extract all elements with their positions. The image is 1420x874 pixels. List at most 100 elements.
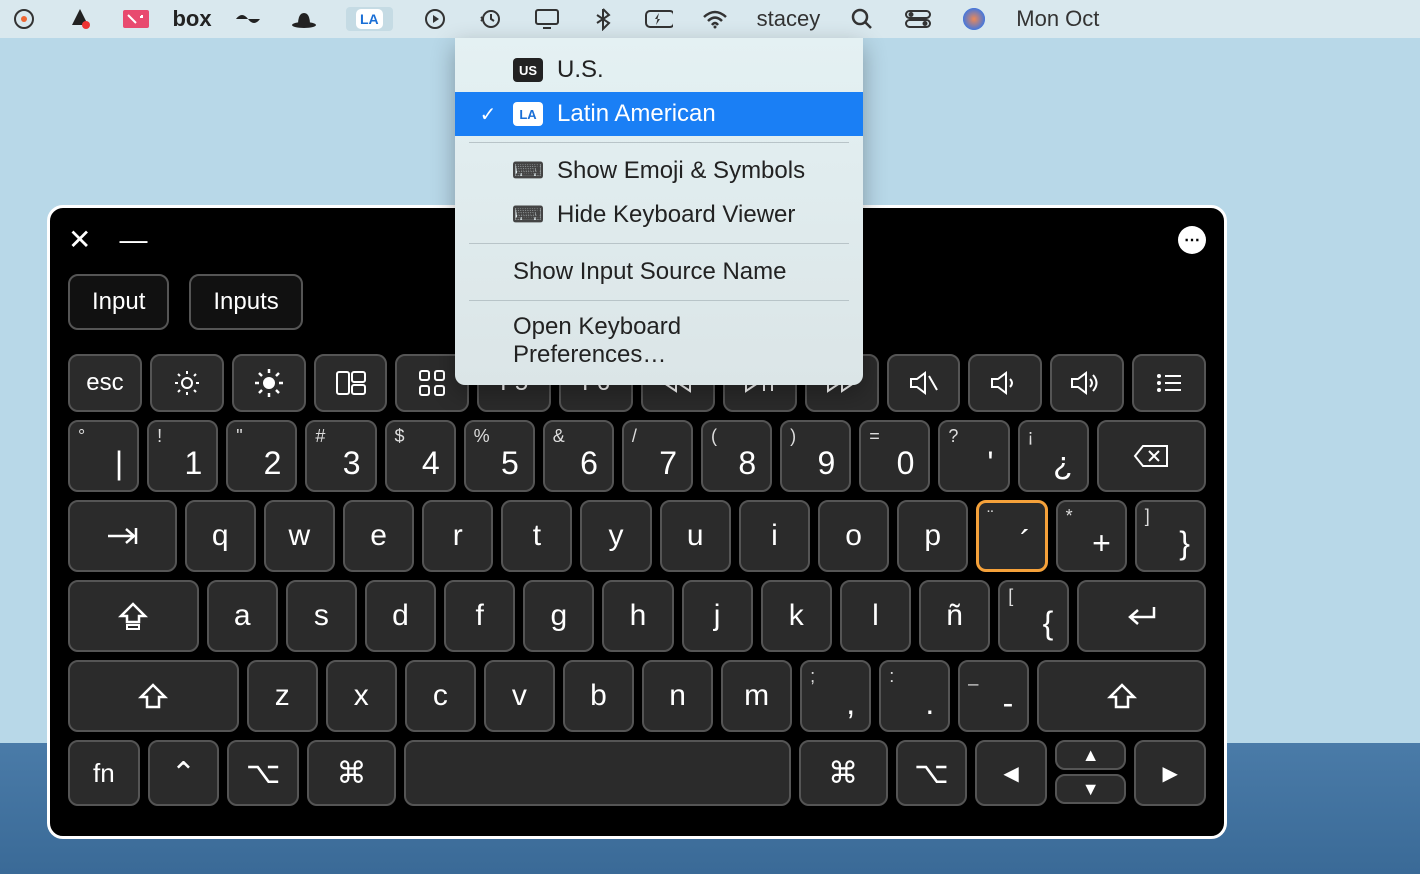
key-brace-close[interactable]: ]} <box>1135 500 1206 572</box>
key-shift-right[interactable] <box>1037 660 1206 732</box>
menubar-app-icon-3[interactable] <box>122 5 150 33</box>
key-period[interactable]: :. <box>879 660 950 732</box>
key-k[interactable]: k <box>761 580 832 652</box>
open-keyboard-preferences[interactable]: Open Keyboard Preferences… <box>455 307 863 375</box>
key-arrow-right[interactable]: ▶ <box>1134 740 1206 806</box>
key-v[interactable]: v <box>484 660 555 732</box>
menubar-battery-icon[interactable] <box>645 5 673 33</box>
key-'[interactable]: ?' <box>938 420 1009 492</box>
key-accent[interactable]: ¨´ <box>976 500 1047 572</box>
input-source-latin-american[interactable]: ✓ LA Latin American <box>455 92 863 136</box>
key-option-left[interactable]: ⌥ <box>227 740 299 806</box>
key-m[interactable]: m <box>721 660 792 732</box>
key-tab[interactable] <box>68 500 177 572</box>
key-h[interactable]: h <box>602 580 673 652</box>
menubar-wifi-icon[interactable] <box>701 5 729 33</box>
key-fn[interactable]: fn <box>68 740 140 806</box>
key-volume-down[interactable] <box>968 354 1042 412</box>
key-arrow-left[interactable]: ◀ <box>975 740 1047 806</box>
key-list[interactable] <box>1132 354 1206 412</box>
key-i[interactable]: i <box>739 500 810 572</box>
key-f[interactable]: f <box>444 580 515 652</box>
menubar-app-icon-2[interactable] <box>66 5 94 33</box>
menubar-timemachine-icon[interactable] <box>477 5 505 33</box>
key-option-right[interactable]: ⌥ <box>896 740 968 806</box>
key-q[interactable]: q <box>185 500 256 572</box>
key-a[interactable]: a <box>207 580 278 652</box>
key-l[interactable]: l <box>840 580 911 652</box>
key-comma[interactable]: ;, <box>800 660 871 732</box>
key-x[interactable]: x <box>326 660 397 732</box>
key-d[interactable]: d <box>365 580 436 652</box>
key-shift-left[interactable] <box>68 660 239 732</box>
suggestion-1[interactable]: Input <box>68 274 169 330</box>
menubar-display-icon[interactable] <box>533 5 561 33</box>
key-g[interactable]: g <box>523 580 594 652</box>
menubar-play-icon[interactable] <box>421 5 449 33</box>
key-arrow-up[interactable]: ▲ <box>1055 740 1127 770</box>
key-2[interactable]: "2 <box>226 420 297 492</box>
menubar-app-icon-5[interactable] <box>234 5 262 33</box>
menubar-box-icon[interactable]: box <box>178 5 206 33</box>
key-mission-control[interactable] <box>314 354 388 412</box>
menubar-control-center-icon[interactable] <box>904 5 932 33</box>
input-source-us[interactable]: US U.S. <box>455 48 863 92</box>
menubar-input-source[interactable]: LA <box>346 7 393 31</box>
key-dash[interactable]: _- <box>958 660 1029 732</box>
key-command-right[interactable]: ⌘ <box>799 740 888 806</box>
key-e[interactable]: e <box>343 500 414 572</box>
key-ñ[interactable]: ñ <box>919 580 990 652</box>
menubar-date[interactable]: Mon Oct <box>1016 6 1099 32</box>
show-emoji-symbols[interactable]: ⌨ Show Emoji & Symbols <box>455 149 863 193</box>
key-|[interactable]: °| <box>68 420 139 492</box>
key-n[interactable]: n <box>642 660 713 732</box>
key-spacebar[interactable] <box>404 740 791 806</box>
menubar-hat-icon[interactable] <box>290 5 318 33</box>
key-brace-open[interactable]: [{ <box>998 580 1069 652</box>
menubar-spotlight-icon[interactable] <box>848 5 876 33</box>
key-b[interactable]: b <box>563 660 634 732</box>
key-mute[interactable] <box>887 354 961 412</box>
key-j[interactable]: j <box>682 580 753 652</box>
menubar-bluetooth-icon[interactable] <box>589 5 617 33</box>
suggestion-2[interactable]: Inputs <box>189 274 302 330</box>
key-z[interactable]: z <box>247 660 318 732</box>
key-9[interactable]: )9 <box>780 420 851 492</box>
key-0[interactable]: =0 <box>859 420 930 492</box>
menubar-siri-icon[interactable] <box>960 5 988 33</box>
close-icon[interactable]: ✕ <box>68 226 91 254</box>
menubar-username[interactable]: stacey <box>757 6 821 32</box>
key-3[interactable]: #3 <box>305 420 376 492</box>
key-brightness-down[interactable] <box>150 354 224 412</box>
key-plus[interactable]: *+ <box>1056 500 1127 572</box>
key-esc[interactable]: esc <box>68 354 142 412</box>
menubar-app-icon-1[interactable] <box>10 5 38 33</box>
key-u[interactable]: u <box>660 500 731 572</box>
more-icon[interactable]: ⋯ <box>1178 226 1206 254</box>
key-1[interactable]: !1 <box>147 420 218 492</box>
key-backspace[interactable] <box>1097 420 1206 492</box>
key-r[interactable]: r <box>422 500 493 572</box>
key-t[interactable]: t <box>501 500 572 572</box>
key-¿[interactable]: ¡¿ <box>1018 420 1089 492</box>
key-w[interactable]: w <box>264 500 335 572</box>
key-7[interactable]: /7 <box>622 420 693 492</box>
key-volume-up[interactable] <box>1050 354 1124 412</box>
key-5[interactable]: %5 <box>464 420 535 492</box>
key-8[interactable]: (8 <box>701 420 772 492</box>
key-c[interactable]: c <box>405 660 476 732</box>
key-p[interactable]: p <box>897 500 968 572</box>
key-control[interactable]: ⌃ <box>148 740 220 806</box>
key-s[interactable]: s <box>286 580 357 652</box>
key-o[interactable]: o <box>818 500 889 572</box>
key-6[interactable]: &6 <box>543 420 614 492</box>
key-4[interactable]: $4 <box>385 420 456 492</box>
key-command-left[interactable]: ⌘ <box>307 740 396 806</box>
show-input-source-name[interactable]: Show Input Source Name <box>455 250 863 294</box>
minimize-icon[interactable]: — <box>119 226 147 254</box>
hide-keyboard-viewer[interactable]: ⌨ Hide Keyboard Viewer <box>455 193 863 237</box>
key-y[interactable]: y <box>580 500 651 572</box>
key-arrow-down[interactable]: ▼ <box>1055 774 1127 804</box>
key-brightness-up[interactable] <box>232 354 306 412</box>
key-return[interactable] <box>1077 580 1206 652</box>
